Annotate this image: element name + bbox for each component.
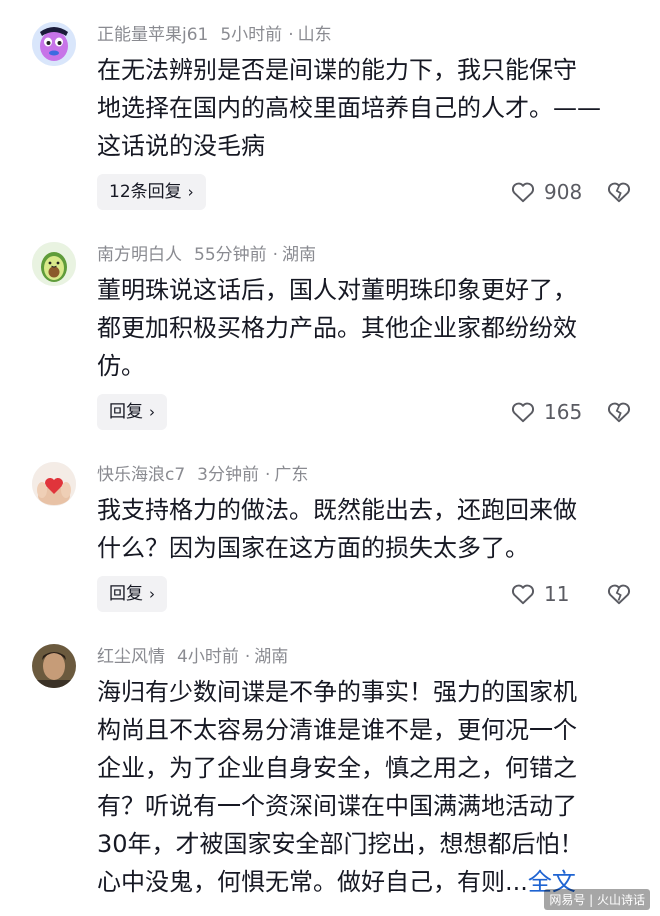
- comment-meta: 快乐海浪c7 3分钟前 · 广东: [97, 464, 320, 486]
- username[interactable]: 快乐海浪c7: [97, 465, 185, 485]
- like-count: 165: [544, 400, 583, 424]
- user-avatar[interactable]: [32, 22, 76, 66]
- like-count: 11: [544, 582, 570, 606]
- chevron-right-icon: ›: [149, 585, 155, 603]
- cartoon-face-avatar-icon: [32, 22, 76, 66]
- comment-location: 湖南: [254, 647, 289, 667]
- chevron-right-icon: ›: [149, 403, 155, 421]
- broken-heart-icon[interactable]: [606, 179, 632, 205]
- comment-line: 在无法辨别是否是间谍的能力下，我只能保守: [97, 56, 577, 84]
- avocado-avatar-icon: [32, 242, 76, 286]
- comment-time: 4小时前: [177, 647, 239, 667]
- separator-dot: ·: [272, 245, 279, 265]
- comment-line: 什么？因为国家在这方面的损失太多了。: [97, 534, 529, 562]
- comment-text: 董明珠说这话后，国人对董明珠印象更好了， 都更加积极买格力产品。其他企业家都纷纷…: [97, 271, 627, 385]
- comment-line: 我支持格力的做法。既然能出去，还跑回来做: [97, 496, 577, 524]
- comment-line: 仿。: [97, 352, 145, 380]
- comment-line: 30年，才被国家安全部门挖出，想想都后怕！: [97, 830, 584, 858]
- like-button[interactable]: 11: [510, 576, 569, 612]
- portrait-avatar-icon: [32, 644, 76, 688]
- comment-location: 广东: [274, 465, 309, 485]
- comment-location: 湖南: [282, 245, 317, 265]
- like-button[interactable]: 908: [510, 174, 582, 210]
- heart-icon: [511, 584, 535, 605]
- like-count: 908: [544, 180, 583, 204]
- user-avatar[interactable]: [32, 462, 76, 506]
- comment-text: 在无法辨别是否是间谍的能力下，我只能保守 地选择在国内的高校里面培养自己的人才。…: [97, 51, 627, 165]
- username[interactable]: 红尘风情: [97, 647, 165, 667]
- comment-location: 山东: [297, 25, 332, 45]
- like-button[interactable]: 165: [510, 394, 582, 430]
- reply-label: 12条回复: [109, 182, 182, 202]
- comment-meta: 正能量苹果j61 5小时前 · 山东: [97, 24, 344, 46]
- comment-line: 都更加积极买格力产品。其他企业家都纷纷效: [97, 314, 577, 342]
- comment-line: 地选择在国内的高校里面培养自己的人才。——: [97, 94, 601, 122]
- comment-line: 这话说的没毛病: [97, 132, 265, 160]
- view-replies-button[interactable]: 12条回复 ›: [97, 174, 206, 210]
- user-avatar[interactable]: [32, 242, 76, 286]
- comment-time: 55分钟前: [194, 245, 267, 265]
- user-avatar[interactable]: [32, 644, 76, 688]
- watermark: 网易号 | 火山诗话: [544, 889, 650, 910]
- separator-dot: ·: [288, 25, 294, 45]
- comment-time: 5小时前: [220, 25, 283, 45]
- reply-button[interactable]: 回复 ›: [97, 394, 167, 430]
- comment-text: 海归有少数间谍是不争的事实！强力的国家机 构尚且不太容易分清谁是谁不是，更何况一…: [97, 673, 627, 901]
- heart-icon: [511, 182, 535, 203]
- comment-meta: 红尘风情 4小时前 · 湖南: [97, 646, 300, 668]
- reply-label: 回复: [109, 584, 143, 604]
- comment-time: 3分钟前: [197, 465, 259, 485]
- hands-heart-avatar-icon: [32, 462, 76, 506]
- heart-icon: [511, 402, 535, 423]
- chevron-right-icon: ›: [187, 183, 194, 201]
- separator-dot: ·: [244, 647, 251, 667]
- comment-line: 董明珠说这话后，国人对董明珠印象更好了，: [97, 276, 577, 304]
- comment-meta: 南方明白人 55分钟前 · 湖南: [97, 244, 328, 266]
- comment-line: 海归有少数间谍是不争的事实！强力的国家机: [97, 678, 577, 706]
- comment-line: 构尚且不太容易分清谁是谁不是，更何况一个: [97, 716, 577, 744]
- comment-line: 有？听说有一个资深间谍在中国满满地活动了: [97, 792, 577, 820]
- reply-label: 回复: [109, 402, 143, 422]
- username[interactable]: 正能量苹果j61: [97, 25, 208, 45]
- broken-heart-icon[interactable]: [606, 399, 632, 425]
- username[interactable]: 南方明白人: [97, 245, 182, 265]
- reply-button[interactable]: 回复 ›: [97, 576, 167, 612]
- truncated-text: 心中没鬼，何惧无常。做好自己，有则...: [97, 868, 528, 896]
- separator-dot: ·: [265, 465, 271, 485]
- broken-heart-icon[interactable]: [606, 581, 632, 607]
- comment-line: 企业，为了企业自身安全，慎之用之，何错之: [97, 754, 577, 782]
- comment-text: 我支持格力的做法。既然能出去，还跑回来做 什么？因为国家在这方面的损失太多了。: [97, 491, 627, 567]
